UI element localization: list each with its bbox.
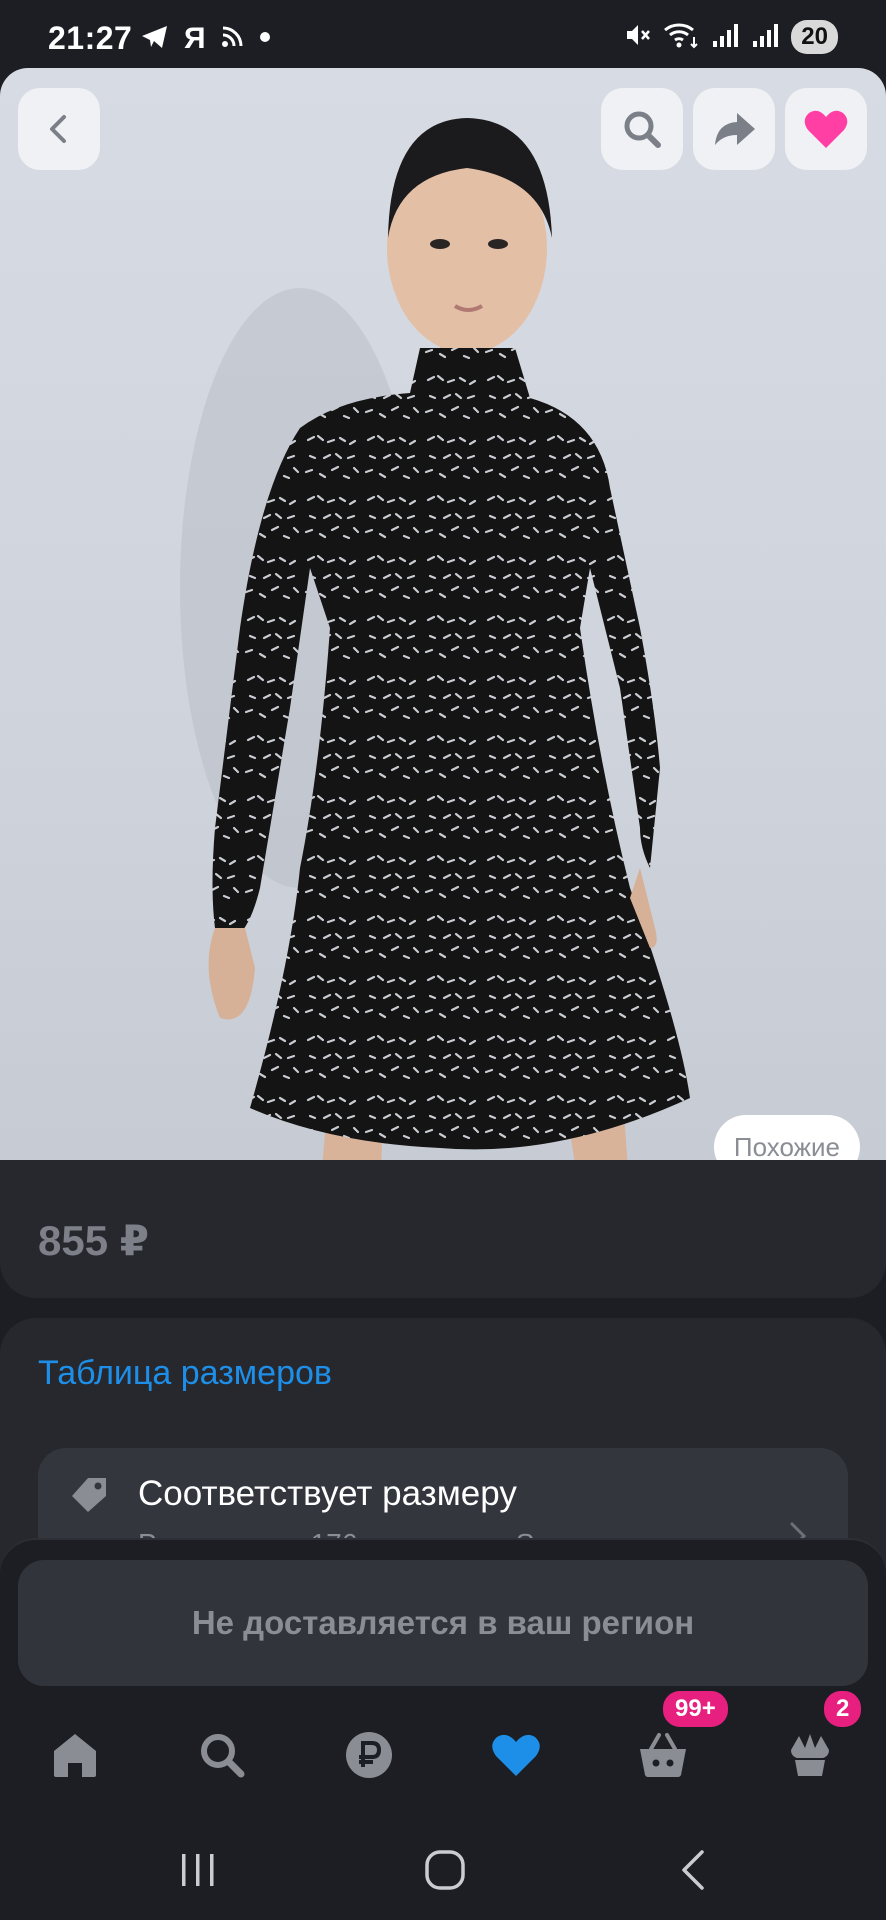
tab-profile[interactable]: 2 <box>765 1688 865 1810</box>
rss-icon <box>220 25 244 54</box>
status-time: 21:27 <box>48 20 133 56</box>
back-icon <box>682 1850 704 1890</box>
share-button[interactable] <box>693 88 775 170</box>
system-navigation <box>0 1810 886 1920</box>
tab-search[interactable] <box>177 1700 267 1810</box>
profile-badge: 2 <box>821 1688 865 1730</box>
size-table-link[interactable]: Таблица размеров <box>38 1354 332 1393</box>
profile-icon <box>791 1734 829 1776</box>
home-circle-icon <box>425 1850 465 1890</box>
system-back-button[interactable] <box>664 1840 724 1900</box>
heart-icon <box>492 1734 540 1776</box>
ruble-icon <box>346 1732 392 1778</box>
tab-favorites[interactable] <box>471 1700 561 1810</box>
price-panel: 855 ₽ <box>0 1160 886 1298</box>
status-right: 20 <box>623 20 838 54</box>
tab-bar: 99+ 2 <box>0 1688 886 1810</box>
signal-icon <box>711 21 739 54</box>
heart-icon <box>804 110 848 148</box>
product-image[interactable]: Похожие <box>0 68 886 1196</box>
share-icon <box>715 113 755 145</box>
product-photo <box>180 118 690 1196</box>
tab-payments[interactable] <box>324 1700 414 1810</box>
delivery-status-button: Не доставляется в ваш регион <box>18 1560 868 1686</box>
search-button[interactable] <box>601 88 683 170</box>
recent-apps-button[interactable] <box>168 1840 228 1900</box>
cart-badge: 99+ <box>660 1688 731 1730</box>
mute-icon <box>623 21 651 54</box>
yandex-icon: Я <box>184 22 206 55</box>
status-left-icons: Я <box>140 22 272 56</box>
status-bar: 21:27 Я 20 <box>0 0 886 68</box>
search-icon <box>624 111 661 148</box>
battery-indicator: 20 <box>791 20 838 54</box>
tab-cart[interactable]: 99+ <box>618 1688 731 1810</box>
signal-icon <box>751 21 779 54</box>
chevron-left-icon <box>50 115 66 143</box>
recent-apps-icon <box>182 1854 214 1886</box>
tab-home[interactable] <box>30 1700 120 1810</box>
screen: 21:27 Я 20 Похожие 855 ₽ Таблица размеро… <box>0 0 886 1920</box>
home-icon <box>54 1734 96 1777</box>
back-button[interactable] <box>18 88 100 170</box>
search-icon <box>201 1734 245 1778</box>
favorite-button[interactable] <box>785 88 867 170</box>
telegram-icon <box>140 24 170 55</box>
fit-title: Соответствует размеру <box>138 1474 517 1513</box>
cart-icon <box>640 1733 686 1777</box>
dot-icon <box>258 30 272 49</box>
wifi-icon <box>663 21 699 54</box>
tag-icon <box>68 1474 110 1521</box>
product-price: 855 ₽ <box>38 1217 149 1264</box>
system-home-button[interactable] <box>415 1840 475 1900</box>
